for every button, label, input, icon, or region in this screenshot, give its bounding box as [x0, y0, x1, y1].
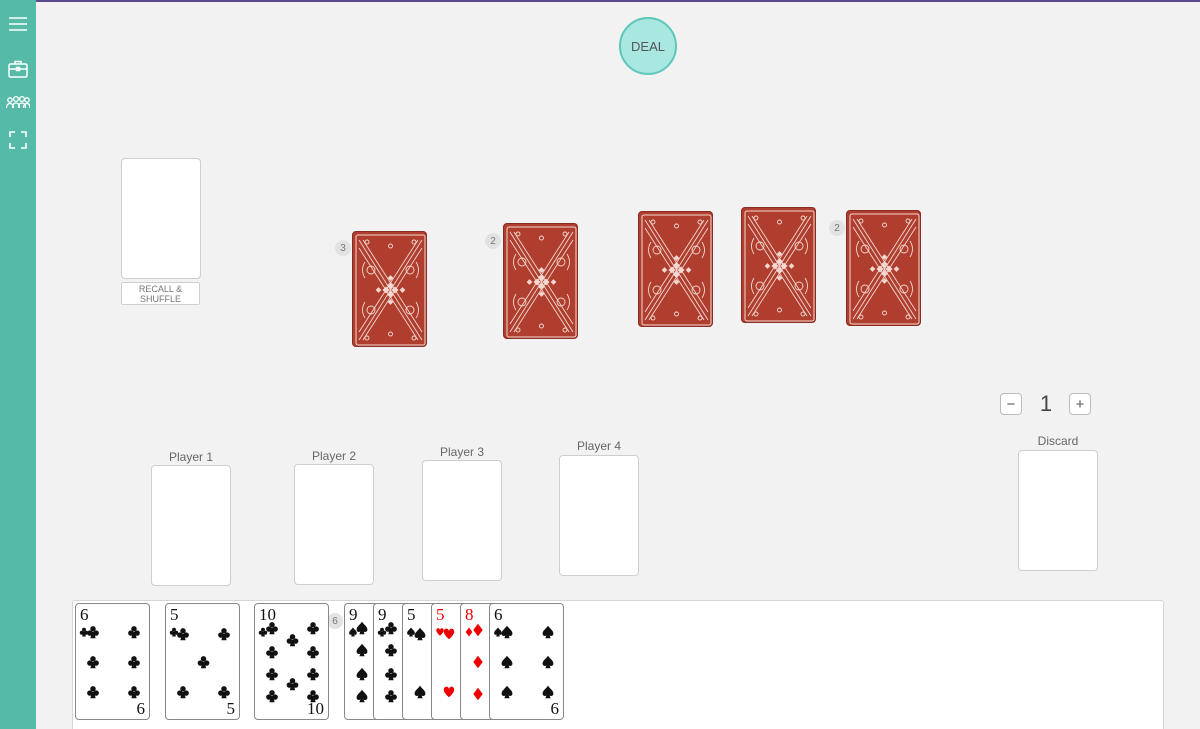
player-3-slot[interactable] — [422, 460, 502, 581]
fullscreen-icon[interactable] — [6, 128, 30, 152]
hand-group-badge: 6 — [327, 613, 343, 629]
deal-button[interactable]: DEAL — [619, 17, 677, 75]
card-rank-bottom: 10 — [307, 699, 324, 718]
player-3-label: Player 3 — [439, 445, 485, 459]
card-rank: 6 — [494, 605, 503, 624]
player-1-slot[interactable] — [151, 465, 231, 586]
face-down-card[interactable] — [352, 231, 427, 347]
face-down-card[interactable] — [741, 207, 816, 323]
face-down-card[interactable] — [638, 211, 713, 327]
card-rank-bottom: 6 — [136, 699, 146, 718]
briefcase-icon[interactable] — [6, 57, 30, 81]
card-rank: 8 — [465, 605, 474, 624]
deck-slot[interactable] — [121, 158, 201, 279]
card-rank-bottom: 6 — [550, 699, 560, 718]
counter-value: 1 — [1039, 391, 1053, 416]
hand-card[interactable]: 10 10 — [254, 603, 329, 720]
stack-count-badge: 2 — [829, 220, 845, 236]
hand-card[interactable]: 66 — [75, 603, 150, 720]
increment-button[interactable]: + — [1069, 393, 1091, 415]
decrement-button[interactable]: − — [1000, 393, 1022, 415]
sidebar — [0, 0, 36, 729]
hand-card[interactable]: 55 — [165, 603, 240, 720]
top-border — [0, 0, 1200, 2]
card-rank: 9 — [349, 605, 358, 624]
group-icon[interactable] — [5, 92, 31, 116]
card-rank: 10 — [259, 605, 276, 624]
player-2-label: Player 2 — [311, 449, 357, 463]
card-rank: 5 — [170, 605, 179, 624]
player-4-label: Player 4 — [576, 439, 622, 453]
stack-count-badge: 2 — [485, 233, 501, 249]
discard-slot[interactable] — [1018, 450, 1098, 571]
card-rank: 9 — [378, 605, 387, 624]
face-down-card[interactable] — [846, 210, 921, 326]
card-rank: 5 — [407, 605, 416, 624]
card-rank: 6 — [80, 605, 89, 624]
card-rank-bottom: 5 — [226, 699, 236, 718]
card-rank: 5 — [436, 605, 445, 624]
player-1-label: Player 1 — [168, 450, 214, 464]
recall-label-line2: SHUFFLE — [139, 294, 181, 304]
hand-card[interactable]: 66 — [489, 603, 564, 720]
recall-label-line1: RECALL & — [138, 284, 183, 294]
menu-icon[interactable] — [6, 12, 30, 36]
player-4-slot[interactable] — [559, 455, 639, 576]
discard-label: Discard — [1037, 434, 1079, 448]
recall-shuffle-button[interactable]: RECALL & SHUFFLE — [121, 282, 200, 305]
face-down-card[interactable] — [503, 223, 578, 339]
player-2-slot[interactable] — [294, 464, 374, 585]
stack-count-badge: 3 — [335, 240, 351, 256]
